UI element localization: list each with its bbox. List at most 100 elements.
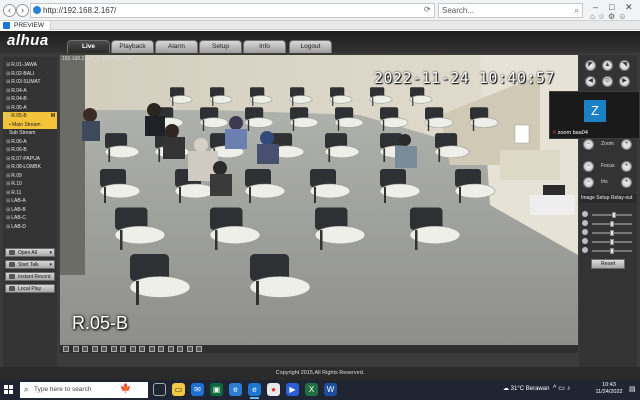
brightness-slider[interactable] xyxy=(582,211,634,219)
taskbar-clock[interactable]: 10:43 11/24/2022 xyxy=(592,382,626,396)
ptz-right-button[interactable]: ▶ xyxy=(619,76,630,87)
channel-item[interactable]: ⊞R.09 xyxy=(3,172,57,181)
tab-alarm[interactable]: Alarm xyxy=(155,40,198,53)
channel-item[interactable]: ⊞R.01-JAWA xyxy=(3,61,57,70)
zoom-in-button[interactable]: + xyxy=(621,139,632,150)
instant-record-button[interactable]: Instant Record xyxy=(5,272,55,281)
slider-track[interactable] xyxy=(592,212,632,218)
slider-knob[interactable] xyxy=(610,239,614,245)
tab-image-setup[interactable]: Image Setup xyxy=(581,194,609,203)
zoom-icon[interactable] xyxy=(139,346,145,352)
tab-relay-out[interactable]: Relay-out xyxy=(611,194,632,203)
settings-icon[interactable] xyxy=(186,346,193,352)
close-all-icon[interactable] xyxy=(177,346,183,352)
search-icon[interactable]: ⌕ xyxy=(574,4,579,17)
rule-icon[interactable] xyxy=(167,346,174,352)
volume-icon[interactable]: ♪ xyxy=(567,385,573,392)
excel-icon[interactable]: X xyxy=(305,383,318,396)
stream-option[interactable]: Sub Stream xyxy=(3,129,57,138)
tab-live[interactable]: Live xyxy=(67,40,110,53)
slider-track[interactable] xyxy=(592,239,632,245)
stream-option[interactable]: • Main Stream xyxy=(3,120,57,129)
slider-knob[interactable] xyxy=(611,212,616,218)
channel-item[interactable]: ⊞R.07-PAPUA xyxy=(3,155,57,164)
slider-knob[interactable] xyxy=(610,221,614,227)
tab-playback[interactable]: Playback xyxy=(111,40,154,53)
hue-slider[interactable] xyxy=(582,229,634,237)
channel-item[interactable]: ⊞R.04-A xyxy=(3,87,57,96)
channel-item[interactable]: ⊞LAB-B xyxy=(3,206,57,215)
channel-item[interactable]: ⊞LAB-C xyxy=(3,214,57,223)
local-play-button[interactable]: Local Play xyxy=(5,284,55,293)
ptz-up-right-button[interactable]: ◥ xyxy=(619,60,630,71)
address-bar[interactable]: http://192.168.2.167/ xyxy=(30,3,435,18)
weather-widget[interactable]: ☁ 31°C Berawan xyxy=(503,385,549,392)
channel-item[interactable]: ⊞R.06-B xyxy=(3,146,57,155)
dropdown-arrow-icon[interactable]: ▾ xyxy=(49,261,52,269)
home-icon[interactable]: ⌂ xyxy=(590,12,598,21)
back-button[interactable]: ‹ xyxy=(3,4,16,17)
channel-item[interactable]: ⊞R.08-LOMBK xyxy=(3,163,57,172)
contrast-slider[interactable] xyxy=(582,220,634,228)
tab-info[interactable]: Info xyxy=(243,40,286,53)
snapshot-icon[interactable] xyxy=(110,346,117,352)
system-tray[interactable]: ^▭♪ xyxy=(553,384,572,392)
iris-close-button[interactable]: − xyxy=(583,177,594,188)
task-view-icon[interactable] xyxy=(153,383,166,396)
zoom-app-icon[interactable]: ▶ xyxy=(286,383,299,396)
slider-knob[interactable] xyxy=(610,248,614,254)
ptz-up-left-button[interactable]: ◤ xyxy=(585,60,596,71)
notifications-icon[interactable]: ▤ xyxy=(629,385,636,393)
channel-item[interactable]: ⊞R.03-SUMAT xyxy=(3,78,57,87)
refresh-icon[interactable]: ⟳ xyxy=(424,5,431,14)
star-icon[interactable]: ☆ xyxy=(598,12,608,21)
channel-item[interactable]: ⊞R.04-B xyxy=(3,95,57,104)
edge-icon[interactable]: e xyxy=(229,383,242,396)
zoom-video-thumbnail[interactable]: Z ✕zoom baa04 xyxy=(549,91,640,139)
open-all-button[interactable]: Open All ▾ xyxy=(5,248,55,257)
record-icon[interactable] xyxy=(120,346,126,352)
word-icon[interactable]: W xyxy=(324,383,337,396)
file-explorer-icon[interactable]: ▭ xyxy=(172,383,185,396)
search-input[interactable]: Search... ⌕ xyxy=(438,3,583,18)
tab-logout[interactable]: Logout xyxy=(289,40,332,53)
channel-item[interactable]: ⊞R.05-B M xyxy=(3,112,57,121)
gear-icon[interactable]: ⚙ xyxy=(608,12,618,21)
layout-16-icon[interactable] xyxy=(101,346,107,352)
slider-knob[interactable] xyxy=(610,230,614,236)
search-highlight-icon[interactable]: 🍁 xyxy=(120,383,131,394)
tab-setup[interactable]: Setup xyxy=(199,40,242,53)
chrome-icon[interactable]: ● xyxy=(267,383,280,396)
channel-item[interactable]: ⊞R.02-BALI xyxy=(3,70,57,79)
channel-item[interactable]: ⊞R.05-A xyxy=(3,104,57,113)
iris-open-button[interactable]: + xyxy=(621,177,632,188)
channel-item[interactable]: ⊞R.11 xyxy=(3,189,57,198)
layout-9-icon[interactable] xyxy=(91,346,98,352)
network-icon[interactable]: ▭ xyxy=(558,385,567,392)
minimize-button[interactable]: – xyxy=(593,2,598,12)
ptz-center-button[interactable]: ⊙ xyxy=(602,76,613,87)
focus-near-button[interactable]: − xyxy=(583,161,594,172)
smiley-icon[interactable]: ☺ xyxy=(618,12,629,21)
saturation-slider[interactable] xyxy=(582,238,634,246)
focus-far-button[interactable]: + xyxy=(621,161,632,172)
channel-item[interactable]: ⊞LAB-A xyxy=(3,197,57,206)
channel-item[interactable]: ⊞R.10 xyxy=(3,180,57,189)
sharpness-slider[interactable] xyxy=(582,247,634,255)
dropdown-arrow-icon[interactable]: ▾ xyxy=(49,249,52,257)
ratio-icon[interactable] xyxy=(148,346,155,352)
layout-4-icon[interactable] xyxy=(82,346,88,352)
forward-button[interactable]: › xyxy=(16,4,29,17)
windows-start-icon[interactable] xyxy=(4,385,14,395)
tab-preview[interactable]: PREVIEW xyxy=(0,21,51,30)
channel-item[interactable]: ⊞R.06-A xyxy=(3,138,57,147)
ptz-up-button[interactable]: ▲ xyxy=(602,60,613,71)
fullscreen-icon[interactable] xyxy=(63,346,69,352)
layout-1-icon[interactable] xyxy=(72,346,79,352)
info-icon[interactable] xyxy=(196,346,202,352)
fluency-icon[interactable] xyxy=(158,346,164,352)
slider-track[interactable] xyxy=(592,221,632,227)
channel-item[interactable]: ⊞LAB-D xyxy=(3,223,57,232)
reset-button[interactable]: Reset xyxy=(591,259,625,269)
slider-track[interactable] xyxy=(592,248,632,254)
